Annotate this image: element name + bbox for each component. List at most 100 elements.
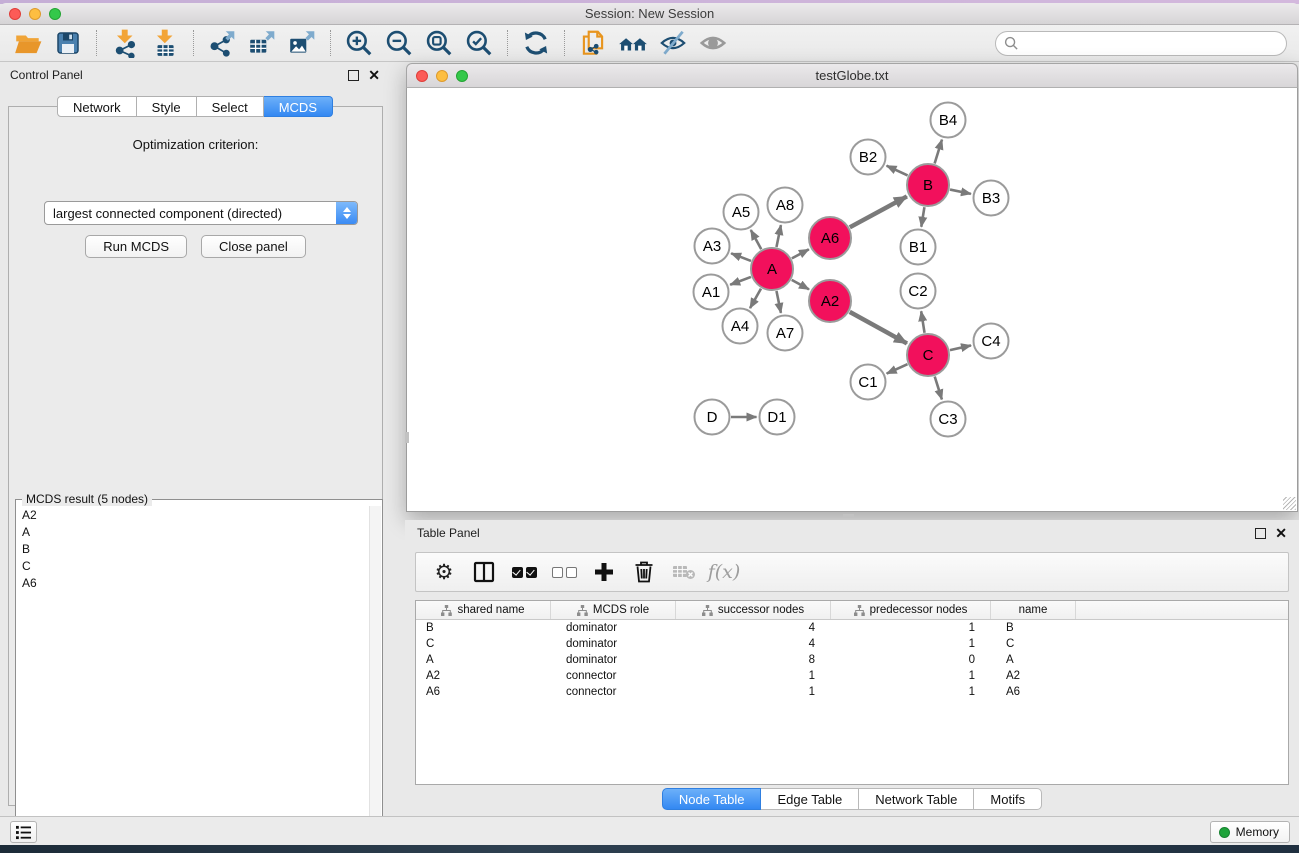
graph-node-A[interactable]: A bbox=[751, 248, 793, 290]
show-graphics-details-button[interactable] bbox=[693, 26, 733, 60]
table-settings-button[interactable]: ⚙ bbox=[426, 555, 462, 589]
graph-edge-C-C1[interactable] bbox=[887, 364, 908, 373]
zoom-fit-button[interactable] bbox=[419, 26, 459, 60]
zoom-out-button[interactable] bbox=[379, 26, 419, 60]
graph-edge-A-A2[interactable] bbox=[792, 280, 809, 290]
graph-edge-A-A6[interactable] bbox=[792, 249, 809, 258]
tab-select[interactable]: Select bbox=[197, 96, 264, 117]
table-row[interactable]: A2connector11A2 bbox=[416, 668, 1288, 684]
mcds-result-item[interactable]: C bbox=[17, 557, 369, 574]
graph-node-C4[interactable]: C4 bbox=[974, 324, 1009, 359]
graph-edge-A6-B[interactable] bbox=[850, 196, 907, 227]
zoom-selected-button[interactable] bbox=[459, 26, 499, 60]
save-session-button[interactable] bbox=[48, 26, 88, 60]
graph-node-B3[interactable]: B3 bbox=[974, 181, 1009, 216]
graph-edge-A-A7[interactable] bbox=[776, 291, 780, 313]
graph-node-C2[interactable]: C2 bbox=[901, 274, 936, 309]
graph-node-A1[interactable]: A1 bbox=[694, 275, 729, 310]
resize-grip[interactable] bbox=[1283, 497, 1296, 510]
task-history-button[interactable] bbox=[10, 821, 37, 843]
mcds-result-item[interactable]: A bbox=[17, 523, 369, 540]
canvas-vertical-scroll-nub[interactable] bbox=[405, 432, 409, 443]
memory-button[interactable]: Memory bbox=[1210, 821, 1290, 843]
add-column-button[interactable] bbox=[586, 555, 622, 589]
table-row[interactable]: A6connector11A6 bbox=[416, 684, 1288, 700]
split-columns-button[interactable] bbox=[466, 555, 502, 589]
close-panel-button[interactable]: Close panel bbox=[201, 235, 306, 258]
export-network-button[interactable] bbox=[202, 26, 242, 60]
tab-edge-table[interactable]: Edge Table bbox=[761, 788, 859, 810]
graph-node-C3[interactable]: C3 bbox=[931, 402, 966, 437]
column-header-name[interactable]: name bbox=[991, 601, 1076, 619]
export-table-button[interactable] bbox=[242, 26, 282, 60]
graph-node-A3[interactable]: A3 bbox=[695, 229, 730, 264]
graph-node-B4[interactable]: B4 bbox=[931, 103, 966, 138]
graph-edge-A-A4[interactable] bbox=[750, 289, 761, 309]
graph-node-B1[interactable]: B1 bbox=[901, 230, 936, 265]
graph-edge-A-A3[interactable] bbox=[731, 253, 751, 261]
duplicate-network-button[interactable] bbox=[573, 26, 613, 60]
column-header-predecessor-nodes[interactable]: predecessor nodes bbox=[831, 601, 991, 619]
graph-edge-A-A1[interactable] bbox=[730, 277, 751, 285]
select-all-columns-button[interactable] bbox=[506, 555, 542, 589]
graph-node-A6[interactable]: A6 bbox=[809, 217, 851, 259]
close-table-panel-icon[interactable]: ✕ bbox=[1275, 528, 1287, 539]
graph-node-C[interactable]: C bbox=[907, 334, 949, 376]
optimization-criterion-select[interactable]: largest connected component (directed) bbox=[44, 201, 358, 225]
graph-node-A8[interactable]: A8 bbox=[768, 188, 803, 223]
import-table-button[interactable] bbox=[145, 26, 185, 60]
graph-node-A7[interactable]: A7 bbox=[768, 316, 803, 351]
graph-node-A5[interactable]: A5 bbox=[724, 195, 759, 230]
column-header-shared-name[interactable]: shared name bbox=[416, 601, 551, 619]
graph-node-D1[interactable]: D1 bbox=[760, 400, 795, 435]
tab-mcds[interactable]: MCDS bbox=[264, 96, 333, 117]
column-header-MCDS-role[interactable]: MCDS role bbox=[551, 601, 676, 619]
result-scrollbar[interactable] bbox=[369, 506, 381, 838]
graph-node-B[interactable]: B bbox=[907, 164, 949, 206]
graph-edge-A2-C[interactable] bbox=[850, 312, 907, 344]
float-panel-icon[interactable] bbox=[348, 70, 359, 81]
mcds-result-item[interactable]: A6 bbox=[17, 574, 369, 591]
graph-node-C1[interactable]: C1 bbox=[851, 365, 886, 400]
graph-edge-B-B1[interactable] bbox=[921, 207, 924, 227]
delete-column-button[interactable] bbox=[626, 555, 662, 589]
tab-motifs[interactable]: Motifs bbox=[974, 788, 1042, 810]
graph-edge-B-B4[interactable] bbox=[935, 140, 942, 164]
tab-style[interactable]: Style bbox=[137, 96, 197, 117]
tab-network[interactable]: Network bbox=[57, 96, 137, 117]
float-table-panel-icon[interactable] bbox=[1255, 528, 1266, 539]
graph-edge-B-B3[interactable] bbox=[950, 190, 971, 194]
graph-edge-C-C4[interactable] bbox=[950, 345, 971, 350]
table-row[interactable]: Adominator80A bbox=[416, 652, 1288, 668]
unselect-all-columns-button[interactable] bbox=[546, 555, 582, 589]
close-panel-icon[interactable]: ✕ bbox=[368, 70, 380, 81]
canvas-horizontal-scroll-nub[interactable] bbox=[843, 514, 854, 518]
graph-node-A4[interactable]: A4 bbox=[723, 309, 758, 344]
function-builder-button[interactable]: f(x) bbox=[706, 555, 742, 589]
graph-edge-C-C2[interactable] bbox=[921, 311, 924, 333]
graph-edge-A-A5[interactable] bbox=[751, 230, 761, 249]
search-input[interactable] bbox=[1019, 34, 1286, 54]
tab-network-table[interactable]: Network Table bbox=[859, 788, 974, 810]
delete-table-button[interactable] bbox=[666, 555, 702, 589]
tab-node-table[interactable]: Node Table bbox=[662, 788, 762, 810]
graph-edge-A-A8[interactable] bbox=[776, 225, 780, 247]
open-session-button[interactable] bbox=[8, 26, 48, 60]
refresh-view-button[interactable] bbox=[516, 26, 556, 60]
hide-graphics-details-button[interactable] bbox=[653, 26, 693, 60]
graph-node-A2[interactable]: A2 bbox=[809, 280, 851, 322]
run-mcds-button[interactable]: Run MCDS bbox=[85, 235, 187, 258]
table-row[interactable]: Bdominator41B bbox=[416, 620, 1288, 636]
graph-edge-B-B2[interactable] bbox=[887, 166, 908, 176]
table-row[interactable]: Cdominator41C bbox=[416, 636, 1288, 652]
zoom-in-button[interactable] bbox=[339, 26, 379, 60]
home-button[interactable] bbox=[613, 26, 653, 60]
network-window-titlebar[interactable]: testGlobe.txt bbox=[406, 63, 1298, 88]
graph-node-B2[interactable]: B2 bbox=[851, 140, 886, 175]
mcds-result-item[interactable]: A2 bbox=[17, 506, 369, 523]
import-network-button[interactable] bbox=[105, 26, 145, 60]
graph-node-D[interactable]: D bbox=[695, 400, 730, 435]
network-canvas[interactable]: B4 B2 B B3 A8 A5 A6 A3 B1 A A1 C2 A2 A4 A7 C4 C C1 D D1 C3 bbox=[406, 88, 1298, 512]
mcds-result-item[interactable]: B bbox=[17, 540, 369, 557]
graph-edge-C-C3[interactable] bbox=[935, 376, 942, 399]
